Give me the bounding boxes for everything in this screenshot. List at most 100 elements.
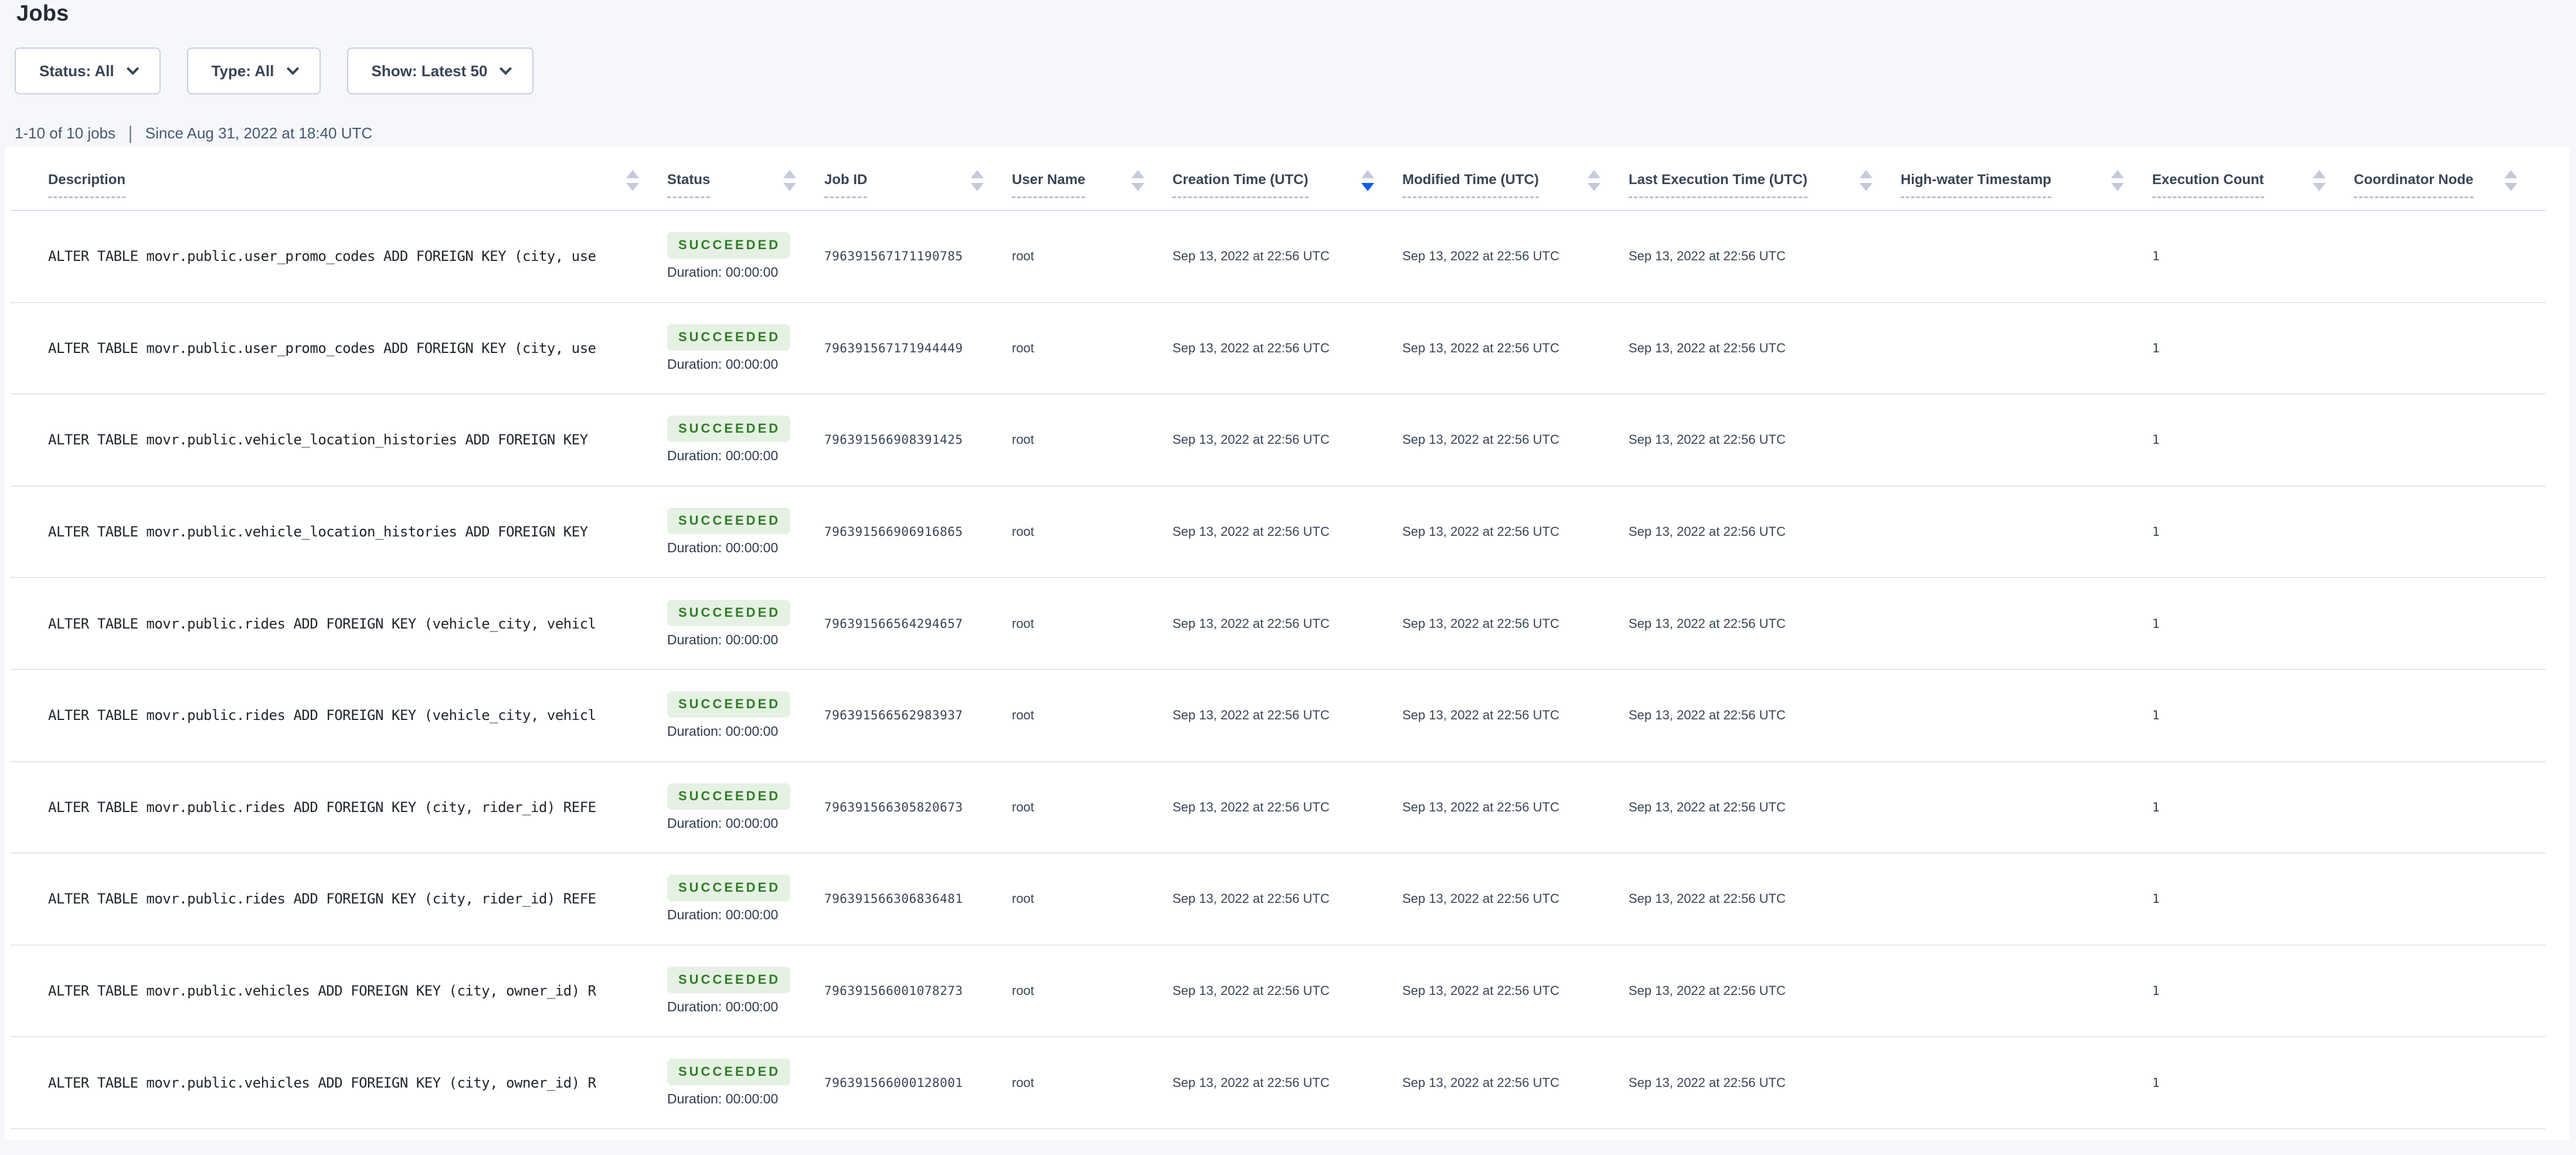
- column-header-job-id[interactable]: Job ID: [824, 147, 1012, 210]
- sort-icon: [2111, 170, 2124, 198]
- column-header-execution-count[interactable]: Execution Count: [2152, 147, 2354, 210]
- job-duration: Duration: 00:00:00: [667, 723, 824, 739]
- high-water-timestamp: [1901, 303, 2152, 395]
- coordinator-node: [2354, 1037, 2546, 1129]
- modified-time: Sep 13, 2022 at 22:56 UTC: [1402, 578, 1629, 670]
- job-description-link[interactable]: ALTER TABLE movr.public.user_promo_codes…: [48, 340, 596, 356]
- last-execution-time: Sep 13, 2022 at 22:56 UTC: [1629, 945, 1901, 1037]
- chevron-down-icon: [286, 62, 298, 74]
- high-water-timestamp: [1901, 394, 2152, 486]
- coordinator-node: [2354, 762, 2546, 854]
- table-row: ALTER TABLE movr.public.user_promo_codes…: [11, 303, 2546, 395]
- sort-icon: [626, 170, 639, 198]
- job-description-link[interactable]: ALTER TABLE movr.public.vehicles ADD FOR…: [48, 983, 596, 999]
- job-id: 796391566305820673: [824, 762, 1012, 854]
- jobs-summary: 1-10 of 10 jobs | Since Aug 31, 2022 at …: [15, 124, 372, 142]
- user-name: root: [1012, 394, 1173, 486]
- last-execution-time: Sep 13, 2022 at 22:56 UTC: [1629, 486, 1901, 578]
- creation-time: Sep 13, 2022 at 22:56 UTC: [1173, 762, 1402, 854]
- column-header-user-name[interactable]: User Name: [1012, 147, 1173, 210]
- table-row: ALTER TABLE movr.public.rides ADD FOREIG…: [11, 762, 2546, 854]
- job-id: 796391566001078273: [824, 945, 1012, 1037]
- job-description-link[interactable]: ALTER TABLE movr.public.vehicles ADD FOR…: [48, 1075, 596, 1091]
- user-name: root: [1012, 945, 1173, 1037]
- job-description-link[interactable]: ALTER TABLE movr.public.vehicle_location…: [48, 524, 588, 540]
- modified-time: Sep 13, 2022 at 22:56 UTC: [1402, 670, 1629, 762]
- sort-icon: [2313, 170, 2326, 198]
- execution-count: 1: [2152, 945, 2354, 1037]
- execution-count: 1: [2152, 1037, 2354, 1129]
- type-filter-dropdown[interactable]: Type: All: [187, 47, 321, 94]
- execution-count: 1: [2152, 762, 2354, 854]
- high-water-timestamp: [1901, 1037, 2152, 1129]
- job-duration: Duration: 00:00:00: [667, 448, 824, 464]
- coordinator-node: [2354, 303, 2546, 395]
- creation-time: Sep 13, 2022 at 22:56 UTC: [1173, 670, 1402, 762]
- modified-time: Sep 13, 2022 at 22:56 UTC: [1402, 945, 1629, 1037]
- status-badge: SUCCEEDED: [667, 416, 790, 442]
- column-header-status[interactable]: Status: [667, 147, 824, 210]
- job-duration: Duration: 00:00:00: [667, 540, 824, 556]
- execution-count: 1: [2152, 210, 2354, 303]
- creation-time: Sep 13, 2022 at 22:56 UTC: [1173, 394, 1402, 486]
- modified-time: Sep 13, 2022 at 22:56 UTC: [1402, 853, 1629, 945]
- column-header-coordinator-node[interactable]: Coordinator Node: [2354, 147, 2546, 210]
- user-name: root: [1012, 1037, 1173, 1129]
- last-execution-time: Sep 13, 2022 at 22:56 UTC: [1629, 578, 1901, 670]
- type-filter-label: Type: All: [212, 62, 274, 80]
- creation-time: Sep 13, 2022 at 22:56 UTC: [1173, 945, 1402, 1037]
- user-name: root: [1012, 303, 1173, 395]
- job-description-link[interactable]: ALTER TABLE movr.public.rides ADD FOREIG…: [48, 799, 596, 816]
- job-duration: Duration: 00:00:00: [667, 816, 824, 831]
- status-badge: SUCCEEDED: [667, 600, 790, 626]
- last-execution-time: Sep 13, 2022 at 22:56 UTC: [1629, 762, 1901, 854]
- user-name: root: [1012, 578, 1173, 670]
- sort-icon: [783, 170, 796, 198]
- sort-icon-active-desc: [1361, 170, 1374, 198]
- job-id: 796391566906916865: [824, 486, 1012, 578]
- coordinator-node: [2354, 210, 2546, 303]
- execution-count: 1: [2152, 486, 2354, 578]
- jobs-since: Since Aug 31, 2022 at 18:40 UTC: [145, 124, 372, 142]
- sort-icon: [1860, 170, 1872, 198]
- execution-count: 1: [2152, 853, 2354, 945]
- page-title: Jobs: [16, 1, 69, 26]
- job-description-link[interactable]: ALTER TABLE movr.public.user_promo_codes…: [48, 248, 596, 264]
- table-header-row: Description Status Job ID User Name Crea…: [11, 147, 2546, 210]
- status-filter-dropdown[interactable]: Status: All: [15, 47, 161, 94]
- chevron-down-icon: [127, 62, 139, 74]
- coordinator-node: [2354, 670, 2546, 762]
- coordinator-node: [2354, 853, 2546, 945]
- creation-time: Sep 13, 2022 at 22:56 UTC: [1173, 303, 1402, 395]
- column-header-description[interactable]: Description: [11, 147, 667, 210]
- sort-icon: [1131, 170, 1144, 198]
- jobs-table-card: Description Status Job ID User Name Crea…: [5, 147, 2570, 1140]
- coordinator-node: [2354, 945, 2546, 1037]
- job-duration: Duration: 00:00:00: [667, 632, 824, 648]
- last-execution-time: Sep 13, 2022 at 22:56 UTC: [1629, 210, 1901, 303]
- column-header-high-water-timestamp[interactable]: High-water Timestamp: [1901, 147, 2152, 210]
- job-id: 796391566000128001: [824, 1037, 1012, 1129]
- show-filter-dropdown[interactable]: Show: Latest 50: [347, 47, 534, 94]
- high-water-timestamp: [1901, 670, 2152, 762]
- job-description-link[interactable]: ALTER TABLE movr.public.rides ADD FOREIG…: [48, 707, 596, 723]
- creation-time: Sep 13, 2022 at 22:56 UTC: [1173, 210, 1402, 303]
- column-header-creation-time[interactable]: Creation Time (UTC): [1173, 147, 1402, 210]
- high-water-timestamp: [1901, 853, 2152, 945]
- filters-bar: Status: All Type: All Show: Latest 50: [15, 47, 533, 94]
- table-row: ALTER TABLE movr.public.vehicles ADD FOR…: [11, 945, 2546, 1037]
- job-description-link[interactable]: ALTER TABLE movr.public.vehicle_location…: [48, 432, 588, 448]
- job-id: 796391566564294657: [824, 578, 1012, 670]
- column-header-modified-time[interactable]: Modified Time (UTC): [1402, 147, 1629, 210]
- modified-time: Sep 13, 2022 at 22:56 UTC: [1402, 210, 1629, 303]
- status-badge: SUCCEEDED: [667, 691, 790, 718]
- creation-time: Sep 13, 2022 at 22:56 UTC: [1173, 1037, 1402, 1129]
- table-row: ALTER TABLE movr.public.user_promo_codes…: [11, 210, 2546, 303]
- job-description-link[interactable]: ALTER TABLE movr.public.rides ADD FOREIG…: [48, 616, 596, 632]
- column-header-last-execution-time[interactable]: Last Execution Time (UTC): [1629, 147, 1901, 210]
- job-id: 796391566908391425: [824, 394, 1012, 486]
- user-name: root: [1012, 486, 1173, 578]
- execution-count: 1: [2152, 394, 2354, 486]
- status-filter-label: Status: All: [39, 62, 114, 80]
- job-description-link[interactable]: ALTER TABLE movr.public.rides ADD FOREIG…: [48, 891, 596, 907]
